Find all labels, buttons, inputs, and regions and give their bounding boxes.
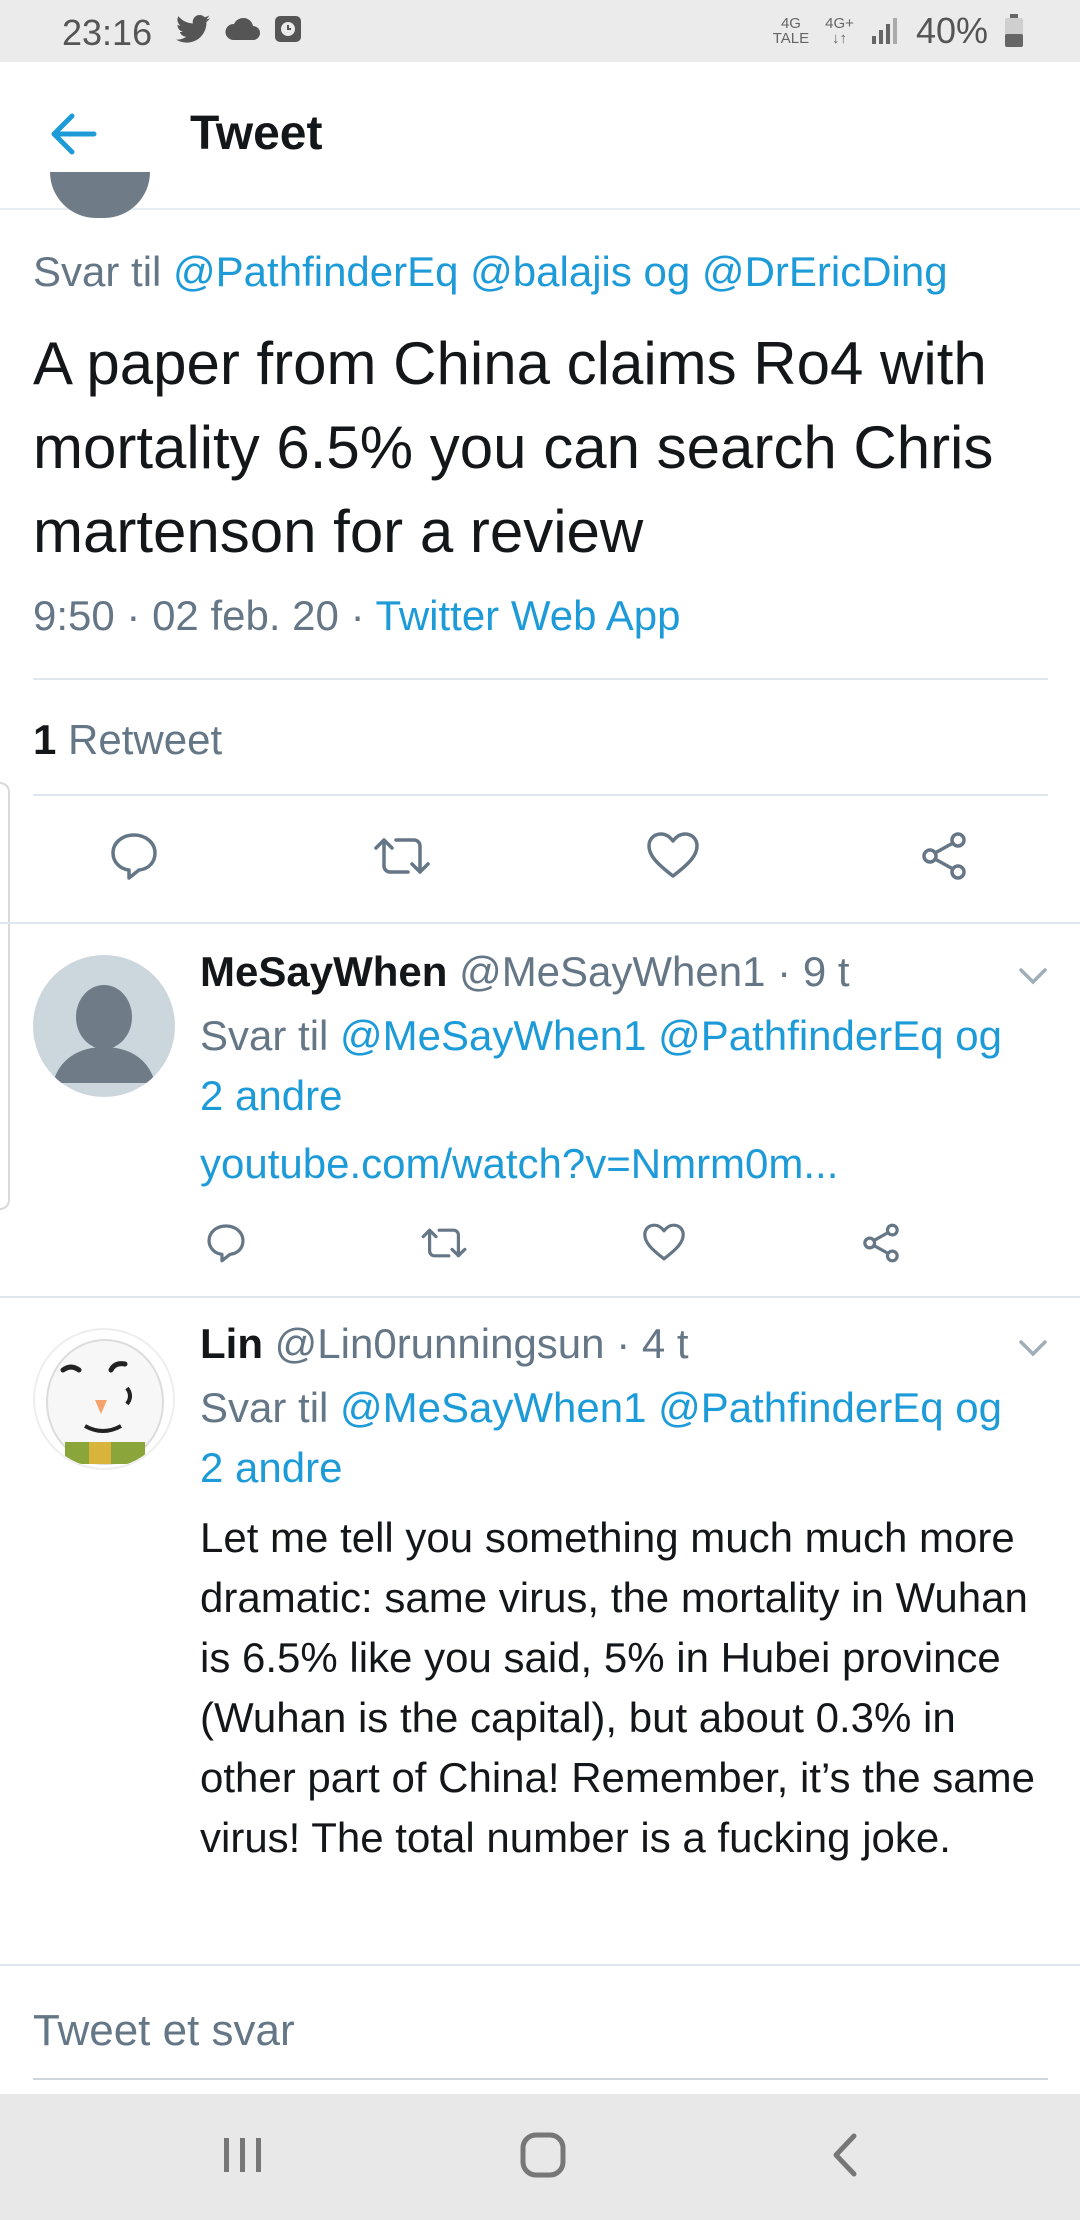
handle-and-time: @MeSayWhen1 · 9 t (459, 948, 850, 995)
network-indicator: 4G TALE (773, 16, 809, 46)
reply-input-placeholder[interactable]: Tweet et svar (33, 2006, 295, 2056)
display-name[interactable]: Lin (200, 1320, 263, 1367)
avatar[interactable] (33, 955, 175, 1097)
reply-context: Svar til @MeSayWhen1 @PathfinderEq og (200, 1006, 1002, 1066)
reply-icon (111, 833, 157, 880)
like-icon (647, 832, 699, 878)
reply-prefix: Svar til (33, 248, 162, 295)
retweet-icon (374, 838, 430, 874)
battery-icon (1005, 14, 1023, 47)
reply-text: Let me tell you something much much more… (200, 1514, 1035, 1861)
network-indicator-2: 4G+ ↓↑ (825, 16, 854, 46)
reply-button[interactable] (108, 830, 160, 882)
reply-mentions-link[interactable]: @MeSayWhen1 @PathfinderEq og (340, 1384, 1002, 1431)
divider (33, 678, 1048, 680)
system-navigation-bar (0, 2094, 1080, 2220)
back-icon[interactable] (826, 2130, 866, 2180)
avatar[interactable] (33, 1328, 175, 1470)
tweet-timestamp: 9:50 · 02 feb. 20 · (33, 592, 365, 639)
status-right: 4G TALE 4G+ ↓↑ 40% (773, 10, 1024, 52)
main-tweet-text: A paper from China claims Ro4 with morta… (33, 330, 994, 565)
divider (0, 1296, 1080, 1298)
like-icon (643, 1223, 685, 1261)
reply-header: MeSayWhen @MeSayWhen1 · 9 t (200, 948, 850, 996)
divider (0, 922, 1080, 924)
battery-percent: 40% (915, 10, 988, 51)
reply-context: Svar til @MeSayWhen1 @PathfinderEq og (200, 1378, 1002, 1438)
share-button[interactable] (860, 1222, 902, 1264)
reply-prefix: Svar til (200, 1384, 329, 1431)
signal-icon (871, 18, 897, 44)
retweet-count-label: Retweet (68, 716, 223, 763)
reply-composer[interactable]: Tweet et svar (0, 1964, 1080, 2094)
retweet-button[interactable] (420, 1222, 468, 1264)
reply-icon (207, 1224, 245, 1263)
chevron-down-icon[interactable] (1018, 1338, 1048, 1358)
recents-icon[interactable] (218, 2130, 268, 2180)
network-label: TALE (772, 30, 810, 47)
status-bar: 23:16 4G TALE 4G+ ↓↑ 40% (0, 0, 1080, 62)
reply-mentions-more-link[interactable]: 2 andre (200, 1066, 342, 1126)
thread-edge-indicator (0, 782, 10, 1210)
reply-prefix: Svar til (200, 1012, 329, 1059)
network-type-2: 4G+ (825, 15, 854, 32)
status-time: 23:16 (62, 12, 153, 53)
retweet-count[interactable]: 1 Retweet (33, 716, 222, 764)
status-notification-icons (176, 14, 302, 44)
handle-and-time: @Lin0runningsun · 4 t (274, 1320, 689, 1367)
share-icon (922, 832, 966, 880)
display-name[interactable]: MeSayWhen (200, 948, 447, 995)
like-button[interactable] (646, 830, 700, 880)
divider (33, 794, 1048, 796)
default-avatar-icon (53, 985, 155, 1083)
main-tweet-meta: 9:50 · 02 feb. 20 · Twitter Web App (33, 592, 681, 640)
chevron-down-icon[interactable] (1018, 966, 1048, 986)
retweet-icon (421, 1228, 467, 1258)
reply-mentions-link[interactable]: @MeSayWhen1 @PathfinderEq og (340, 1012, 1002, 1059)
input-underline (33, 2078, 1048, 2080)
like-button[interactable] (642, 1222, 686, 1262)
network-type: 4G (780, 15, 801, 32)
retweet-count-number: 1 (33, 716, 57, 763)
main-tweet-reply-context: Svar til @PathfinderEq @balajis og @DrEr… (33, 248, 948, 296)
cartoon-avatar-icon (35, 1330, 173, 1468)
cloud-icon (225, 17, 260, 40)
data-arrows-icon: ↓↑ (832, 30, 848, 47)
retweet-button[interactable] (372, 830, 432, 882)
top-app-bar: Tweet (0, 62, 1080, 210)
tweet-source-link[interactable]: Twitter Web App (375, 592, 680, 639)
back-arrow-icon[interactable] (48, 112, 98, 156)
reply-button[interactable] (205, 1222, 247, 1264)
tweet-link[interactable]: youtube.com/watch?v=Nmrm0m... (200, 1134, 838, 1194)
twitter-icon (176, 14, 210, 43)
share-button[interactable] (918, 830, 970, 882)
reply-header: Lin @Lin0runningsun · 4 t (200, 1320, 689, 1368)
page-title: Tweet (190, 107, 323, 160)
clock-icon (275, 16, 301, 42)
share-icon (863, 1223, 899, 1263)
home-icon[interactable] (518, 2130, 568, 2180)
reply-mentions-link[interactable]: @PathfinderEq @balajis og @DrEricDing (173, 248, 948, 295)
reply-mentions-more-link[interactable]: 2 andre (200, 1438, 342, 1498)
author-avatar-partial[interactable] (50, 172, 150, 218)
